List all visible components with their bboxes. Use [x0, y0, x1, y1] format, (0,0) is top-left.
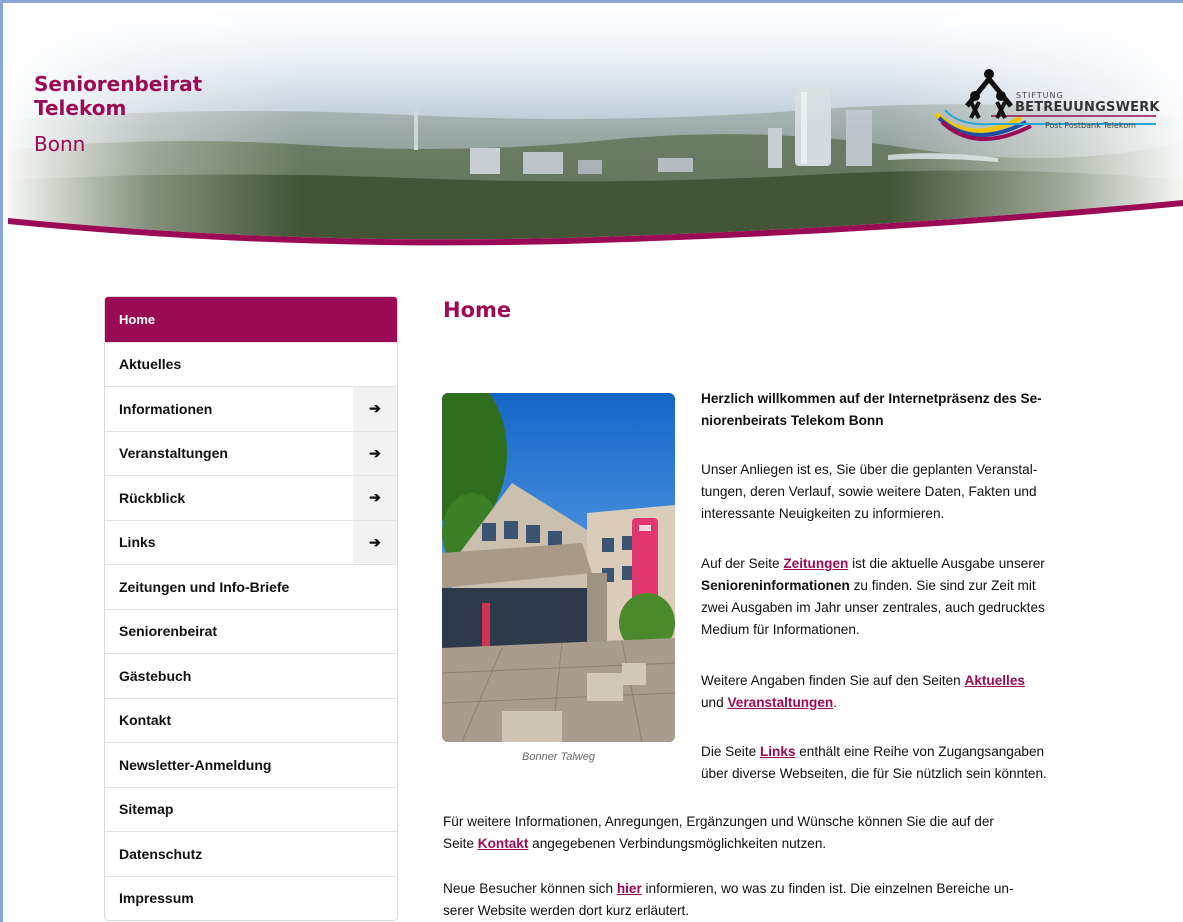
kontakt-text-pre: Seite [443, 836, 478, 851]
window-frame-left [0, 0, 3, 922]
links-paragraph: Die Seite Links enthält eine Reihe von Z… [701, 741, 1081, 785]
nav-item-informationen[interactable]: Informationen ➔ [105, 386, 397, 431]
brand-line-telekom: Telekom [34, 96, 127, 120]
kontakt-line-1: Für weitere Informationen, Anregungen, E… [443, 814, 994, 829]
nav-item-datenschutz[interactable]: Datenschutz [105, 831, 397, 876]
page-title: Home [443, 298, 512, 322]
nav-item-seniorenbeirat[interactable]: Seniorenbeirat [105, 608, 397, 654]
nav-item-kontakt[interactable]: Kontakt [105, 697, 397, 743]
nav-item-label: Home [119, 311, 156, 327]
brand-line-seniorenbeirat: Seniorenbeirat [34, 72, 203, 96]
nav-item-label: Aktuelles [119, 356, 182, 373]
window-frame-top [0, 0, 1183, 3]
nav-item-label: Zeitungen und Info-Briefe [119, 578, 290, 595]
intro-line-2: tungen, deren Verlauf, sowie weitere Dat… [701, 484, 1037, 499]
site-header: Seniorenbeirat Telekom Bonn STIFTUNG BET… [8, 10, 1183, 246]
links-text-pre: Die Seite [701, 744, 760, 759]
nav-item-label: Informationen [119, 400, 213, 417]
weitere-text-mid: und [701, 695, 728, 710]
nav-item-newsletter-anmeldung[interactable]: Newsletter-Anmeldung [105, 742, 397, 787]
neue-besucher-paragraph: Neue Besucher können sich hier informier… [443, 878, 1093, 922]
nav-item-gästebuch[interactable]: Gästebuch [105, 653, 397, 698]
hier-link[interactable]: hier [617, 881, 642, 896]
nav-item-label: Veranstaltungen [119, 445, 228, 462]
besucher-text-post: informieren, wo was zu finden ist. Die e… [641, 881, 1014, 896]
nav-item-sitemap[interactable]: Sitemap [105, 786, 397, 832]
weitere-angaben-paragraph: Weitere Angaben finden Sie auf den Seite… [701, 670, 1081, 714]
logo-sub-text: Post Postbank Telekom [1045, 121, 1136, 130]
senioreninformationen-bold: Senioreninformationen [701, 578, 850, 593]
welcome-line-1: Herzlich willkommen auf der Internetpräs… [701, 391, 1042, 406]
zeitungen-link[interactable]: Zeitungen [783, 556, 848, 571]
zeitungen-paragraph: Auf der Seite Zeitungen ist die aktuelle… [701, 553, 1081, 641]
weitere-text-pre: Weitere Angaben finden Sie auf den Seite… [701, 673, 965, 688]
zeitungen-line-2: zu finden. Sie sind zur Zeit mit [849, 578, 1036, 593]
links-link[interactable]: Links [760, 744, 796, 759]
submenu-arrow-icon[interactable]: ➔ [353, 431, 397, 475]
links-line-2: über diverse Webseiten, die für Sie nütz… [701, 766, 1047, 781]
welcome-heading: Herzlich willkommen auf der Internetpräs… [701, 388, 1081, 432]
zeitungen-text-pre: Auf der Seite [701, 556, 784, 571]
besucher-text-pre: Neue Besucher können sich [443, 881, 617, 896]
nav-item-label: Kontakt [119, 712, 172, 729]
nav-item-label: Newsletter-Anmeldung [119, 756, 272, 773]
nav-item-rückblick[interactable]: Rückblick ➔ [105, 475, 397, 520]
zeitungen-line-4: Medium für Informationen. [701, 622, 860, 637]
sidebar-navigation: Home Aktuelles Informationen ➔ Veranstaltung… [104, 296, 398, 921]
image-caption: Bonner Talweg [522, 751, 595, 763]
besucher-line-2: serer Website werden dort kurz erläutert… [443, 903, 690, 918]
site-brand[interactable]: Seniorenbeirat Telekom Bonn [34, 72, 202, 156]
intro-line-1: Unser Anliegen ist es, Sie über die gepl… [701, 462, 1038, 477]
kontakt-text-post: angegebenen Verbindungsmöglichkeiten nut… [528, 836, 827, 851]
links-text-post: enthält eine Reihe von Zugangsangaben [795, 744, 1045, 759]
nav-item-label: Gästebuch [119, 667, 192, 684]
submenu-arrow-icon[interactable]: ➔ [353, 476, 397, 520]
nav-item-label: Datenschutz [119, 845, 203, 862]
veranstaltungen-link[interactable]: Veranstaltungen [727, 695, 833, 710]
nav-item-label: Impressum [119, 890, 194, 907]
submenu-arrow-icon[interactable]: ➔ [353, 387, 397, 431]
nav-item-links[interactable]: Links ➔ [105, 519, 397, 564]
nav-item-label: Links [119, 534, 156, 551]
zeitungen-text-post: ist die aktuelle Ausgabe unserer [848, 556, 1045, 571]
betreuungswerk-logo[interactable]: STIFTUNG BETREUUNGSWERK Post Postbank Te… [931, 66, 1159, 152]
brand-line-bonn: Bonn [34, 132, 86, 156]
intro-paragraph: Unser Anliegen ist es, Sie über die gepl… [701, 459, 1081, 525]
bonner-talweg-photo [442, 393, 675, 742]
logo-name-text: BETREUUNGSWERK [1015, 100, 1160, 115]
logo-stiftung-text: STIFTUNG [1016, 91, 1064, 100]
welcome-line-2: niorenbeirats Telekom Bonn [701, 413, 884, 428]
nav-item-label: Rückblick [119, 489, 186, 506]
intro-line-3: interessante Neuigkeiten zu informieren. [701, 506, 945, 521]
kontakt-link[interactable]: Kontakt [478, 836, 529, 851]
nav-item-aktuelles[interactable]: Aktuelles [105, 341, 397, 387]
zeitungen-line-3: zwei Ausgaben im Jahr unser zentrales, a… [701, 600, 1045, 615]
kontakt-paragraph: Für weitere Informationen, Anregungen, E… [443, 811, 1093, 855]
aktuelles-link[interactable]: Aktuelles [965, 673, 1025, 688]
weitere-text-end: . [833, 695, 838, 710]
nav-item-veranstaltungen[interactable]: Veranstaltungen ➔ [105, 430, 397, 475]
nav-item-label: Sitemap [119, 801, 174, 818]
nav-item-label: Seniorenbeirat [119, 623, 218, 640]
nav-item-impressum[interactable]: Impressum [105, 875, 397, 921]
submenu-arrow-icon[interactable]: ➔ [353, 520, 397, 564]
nav-item-zeitungen-und-info-briefe[interactable]: Zeitungen und Info-Briefe [105, 564, 397, 609]
nav-item-home[interactable]: Home [105, 297, 397, 342]
